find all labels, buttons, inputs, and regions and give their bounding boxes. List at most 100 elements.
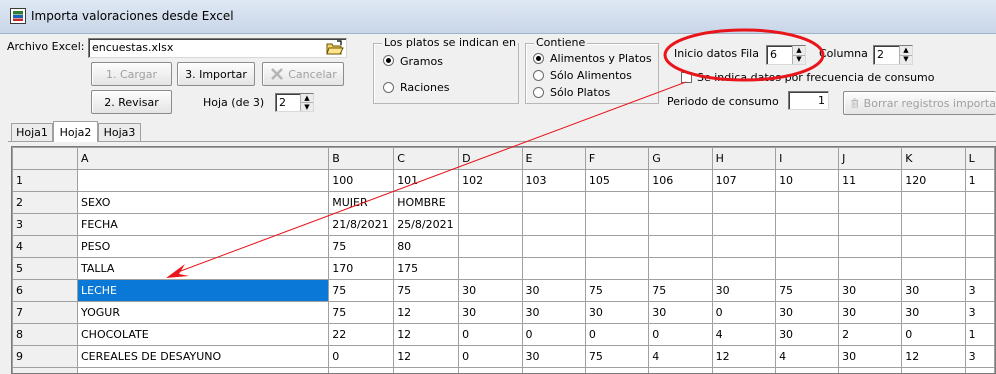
sheet-spinner[interactable]: 2 ▲ ▼ — [275, 93, 314, 112]
file-path-input[interactable]: encuestas.xlsx — [88, 38, 347, 58]
grid-cell[interactable]: 11 — [838, 169, 903, 192]
column-header[interactable]: B — [328, 147, 395, 170]
grid-cell[interactable]: 3 — [964, 345, 995, 368]
column-header[interactable]: C — [393, 147, 460, 170]
row-header[interactable]: 9 — [12, 345, 78, 368]
grid-cell[interactable]: 107 — [711, 169, 777, 192]
grid-cell[interactable]: 75 — [328, 301, 395, 324]
column-header[interactable]: K — [901, 147, 966, 170]
grid-cell[interactable]: 0 — [521, 367, 586, 373]
grid-cell[interactable]: 12 — [711, 345, 777, 368]
grid-cell[interactable] — [901, 191, 966, 214]
folder-open-icon[interactable] — [326, 40, 344, 56]
grid-cell[interactable]: 22 — [328, 323, 395, 346]
grid-cell[interactable]: GALLETA TIPO MARIA — [76, 367, 330, 373]
grid-cell[interactable]: 30 — [711, 279, 777, 302]
grid-cell[interactable] — [584, 191, 650, 214]
grid-cell[interactable]: 0 — [711, 367, 777, 373]
grid-cell[interactable]: CHOCOLATE — [76, 323, 330, 346]
grid-cell[interactable] — [521, 191, 586, 214]
data-grid[interactable]: A B C D E F G H I J K L 1 100 101 102 103 105 106 107 10 11 12… — [11, 146, 996, 374]
grid-cell[interactable]: 75 — [393, 279, 460, 302]
revisar-button[interactable]: 2. Revisar — [91, 90, 172, 114]
tab-hoja2[interactable]: Hoja2 — [53, 121, 98, 142]
grid-cell[interactable] — [711, 213, 777, 236]
grid-cell[interactable]: 30 — [521, 345, 586, 368]
grid-cell[interactable]: 25/8/2021 — [393, 213, 460, 236]
grid-cell[interactable]: 30 — [328, 367, 395, 373]
grid-cell[interactable]: 0 — [521, 323, 586, 346]
grid-cell[interactable] — [901, 257, 966, 280]
frecuencia-checkbox[interactable] — [681, 72, 692, 83]
grid-cell[interactable]: 106 — [648, 169, 713, 192]
grid-cell[interactable]: 12 — [901, 345, 966, 368]
grid-cell[interactable]: 0 — [648, 367, 713, 373]
grid-cell[interactable]: 75 — [775, 279, 840, 302]
grid-cell[interactable] — [648, 257, 713, 280]
grid-cell[interactable]: 30 — [584, 301, 650, 324]
grid-cell[interactable]: 30 — [838, 279, 903, 302]
grid-cell[interactable] — [838, 235, 903, 258]
grid-cell[interactable] — [521, 213, 586, 236]
spin-down-icon[interactable]: ▼ — [793, 54, 805, 65]
grid-cell[interactable]: 175 — [393, 257, 460, 280]
grid-cell[interactable]: 4 — [838, 367, 903, 373]
spin-down-icon[interactable]: ▼ — [900, 54, 912, 65]
column-header[interactable]: L — [964, 147, 995, 170]
grid-cell[interactable]: 1 — [964, 169, 995, 192]
column-header[interactable]: E — [521, 147, 586, 170]
grid-cell[interactable]: 75 — [584, 279, 650, 302]
grid-cell[interactable]: 0 — [648, 323, 713, 346]
importar-button[interactable]: 3. Importar — [177, 62, 255, 86]
grid-cell[interactable]: 102 — [458, 169, 523, 192]
grid-cell[interactable]: 30 — [838, 301, 903, 324]
grid-cell[interactable] — [964, 257, 995, 280]
grid-corner[interactable] — [12, 147, 78, 170]
grid-cell[interactable]: 30 — [775, 301, 840, 324]
row-header[interactable]: 1 — [12, 169, 78, 192]
grid-cell[interactable]: 1 — [964, 323, 995, 346]
grid-cell[interactable] — [775, 257, 840, 280]
grid-cell[interactable] — [458, 213, 523, 236]
grid-cell[interactable]: 4 — [648, 345, 713, 368]
grid-cell[interactable] — [775, 235, 840, 258]
gramos-radio[interactable] — [383, 55, 394, 66]
grid-cell[interactable] — [76, 169, 330, 192]
grid-cell[interactable]: 30 — [521, 279, 586, 302]
cancelar-button[interactable]: Cancelar — [262, 62, 344, 86]
grid-cell[interactable]: 0 — [458, 323, 523, 346]
grid-cell[interactable] — [711, 235, 777, 258]
grid-cell[interactable]: 0 — [458, 345, 523, 368]
row-header[interactable]: 10 — [12, 367, 78, 373]
alimentos-platos-radio[interactable] — [533, 53, 544, 64]
grid-cell[interactable]: HOMBRE — [393, 191, 460, 214]
spin-up-icon[interactable]: ▲ — [793, 46, 805, 55]
periodo-input[interactable]: 1 — [788, 91, 829, 110]
grid-cell[interactable]: 30 — [775, 323, 840, 346]
row-header[interactable]: 4 — [12, 235, 78, 258]
grid-cell[interactable]: 120 — [901, 169, 966, 192]
grid-cell[interactable]: 30 — [521, 301, 586, 324]
spin-up-icon[interactable]: ▲ — [301, 94, 313, 102]
grid-cell[interactable]: 30 — [648, 301, 713, 324]
grid-cell[interactable]: 4 — [775, 367, 840, 373]
grid-cell[interactable]: 30 — [901, 301, 966, 324]
tab-hoja1[interactable]: Hoja1 — [11, 123, 53, 141]
row-header[interactable]: 2 — [12, 191, 78, 214]
grid-cell[interactable]: 2 — [838, 323, 903, 346]
grid-cell[interactable] — [964, 191, 995, 214]
grid-cell[interactable] — [711, 191, 777, 214]
grid-cell[interactable]: LECHE — [76, 279, 330, 302]
grid-cell[interactable]: 170 — [328, 257, 395, 280]
grid-cell[interactable]: 12 — [458, 367, 523, 373]
spin-down-icon[interactable]: ▼ — [301, 102, 313, 111]
grid-cell[interactable] — [584, 213, 650, 236]
row-header[interactable]: 5 — [12, 257, 78, 280]
grid-cell[interactable]: 80 — [393, 235, 460, 258]
grid-cell[interactable] — [584, 257, 650, 280]
grid-cell[interactable] — [458, 191, 523, 214]
row-header[interactable]: 8 — [12, 323, 78, 346]
sheet-spinner-buttons[interactable]: ▲ ▼ — [300, 94, 313, 111]
grid-cell[interactable] — [964, 235, 995, 258]
columna-spinner[interactable]: 2 ▲ ▼ — [873, 45, 913, 65]
